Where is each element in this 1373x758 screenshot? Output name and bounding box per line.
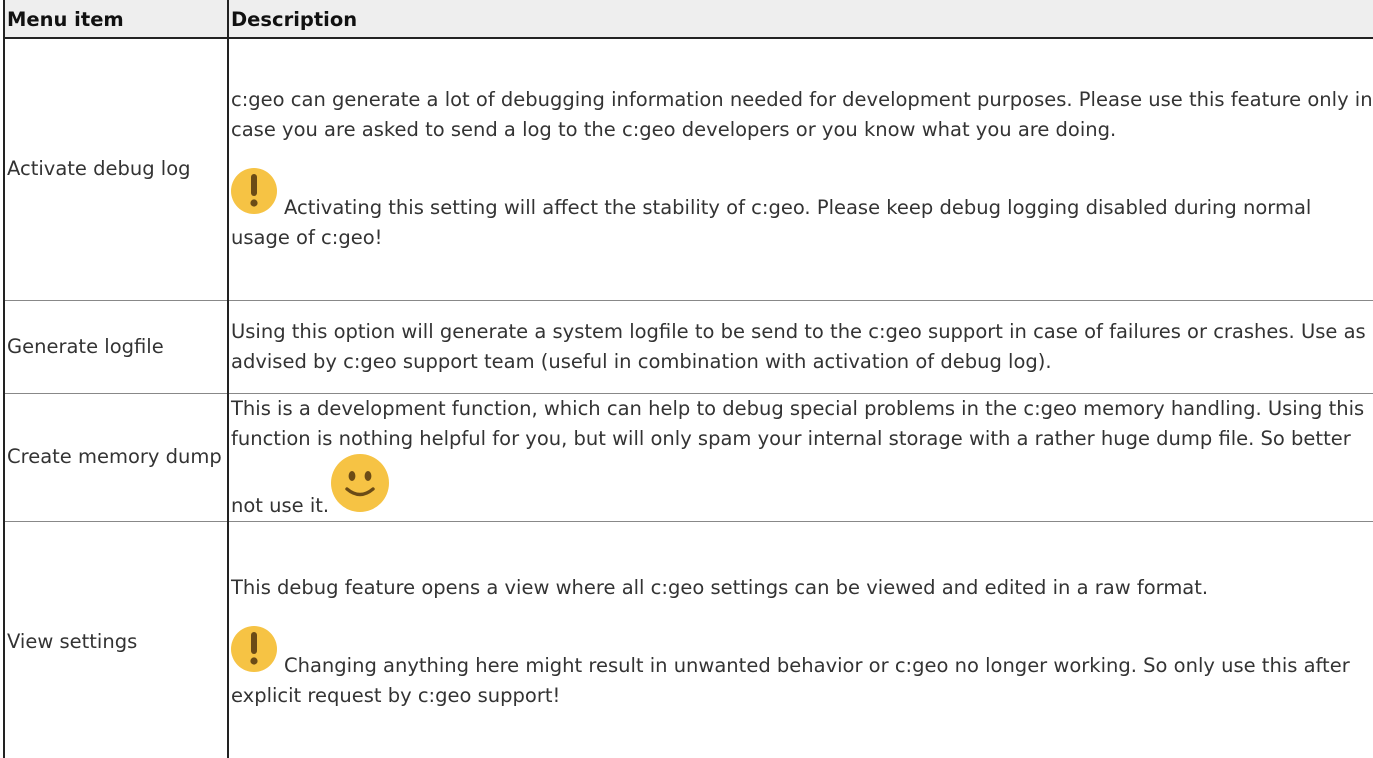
smiley-icon: [331, 453, 390, 512]
menu-item-cell: View settings: [3, 520, 229, 758]
exclamation-icon: [231, 626, 277, 672]
exclamation-icon: [231, 168, 277, 215]
description-text: This is a development function, which ca…: [231, 394, 1373, 521]
header-description: Description: [227, 0, 1373, 39]
description-body: This is a development function, which ca…: [231, 396, 1365, 517]
warning-note: Changing anything here might result in u…: [231, 626, 1373, 711]
table-header-row: Menu item Description: [3, 0, 1373, 39]
description-text: This debug feature opens a view where al…: [231, 576, 1209, 599]
table-row: Generate logfile Using this option will …: [3, 299, 1373, 394]
description-cell: This is a development function, which ca…: [227, 392, 1373, 522]
description-cell: Using this option will generate a system…: [227, 299, 1373, 394]
menu-item-cell: Activate debug log: [3, 37, 229, 301]
table-row: View settings This debug feature opens a…: [3, 520, 1373, 758]
description-cell: This debug feature opens a view where al…: [227, 520, 1373, 758]
header-menu-item: Menu item: [3, 0, 229, 39]
table-row: Create memory dump This is a development…: [3, 392, 1373, 522]
warning-text: Activating this setting will affect the …: [231, 196, 1312, 250]
menu-item-cell: Create memory dump: [3, 392, 229, 522]
table-row: Activate debug log c:geo can generate a …: [3, 37, 1373, 301]
warning-note: Activating this setting will affect the …: [231, 168, 1373, 253]
warning-text: Changing anything here might result in u…: [231, 654, 1350, 707]
description-text: c:geo can generate a lot of debugging in…: [231, 88, 1373, 142]
menu-table: Menu item Description Activate debug log…: [3, 0, 1373, 758]
description-cell: c:geo can generate a lot of debugging in…: [227, 37, 1373, 301]
description-text: Using this option will generate a system…: [231, 319, 1366, 373]
menu-item-cell: Generate logfile: [3, 299, 229, 394]
